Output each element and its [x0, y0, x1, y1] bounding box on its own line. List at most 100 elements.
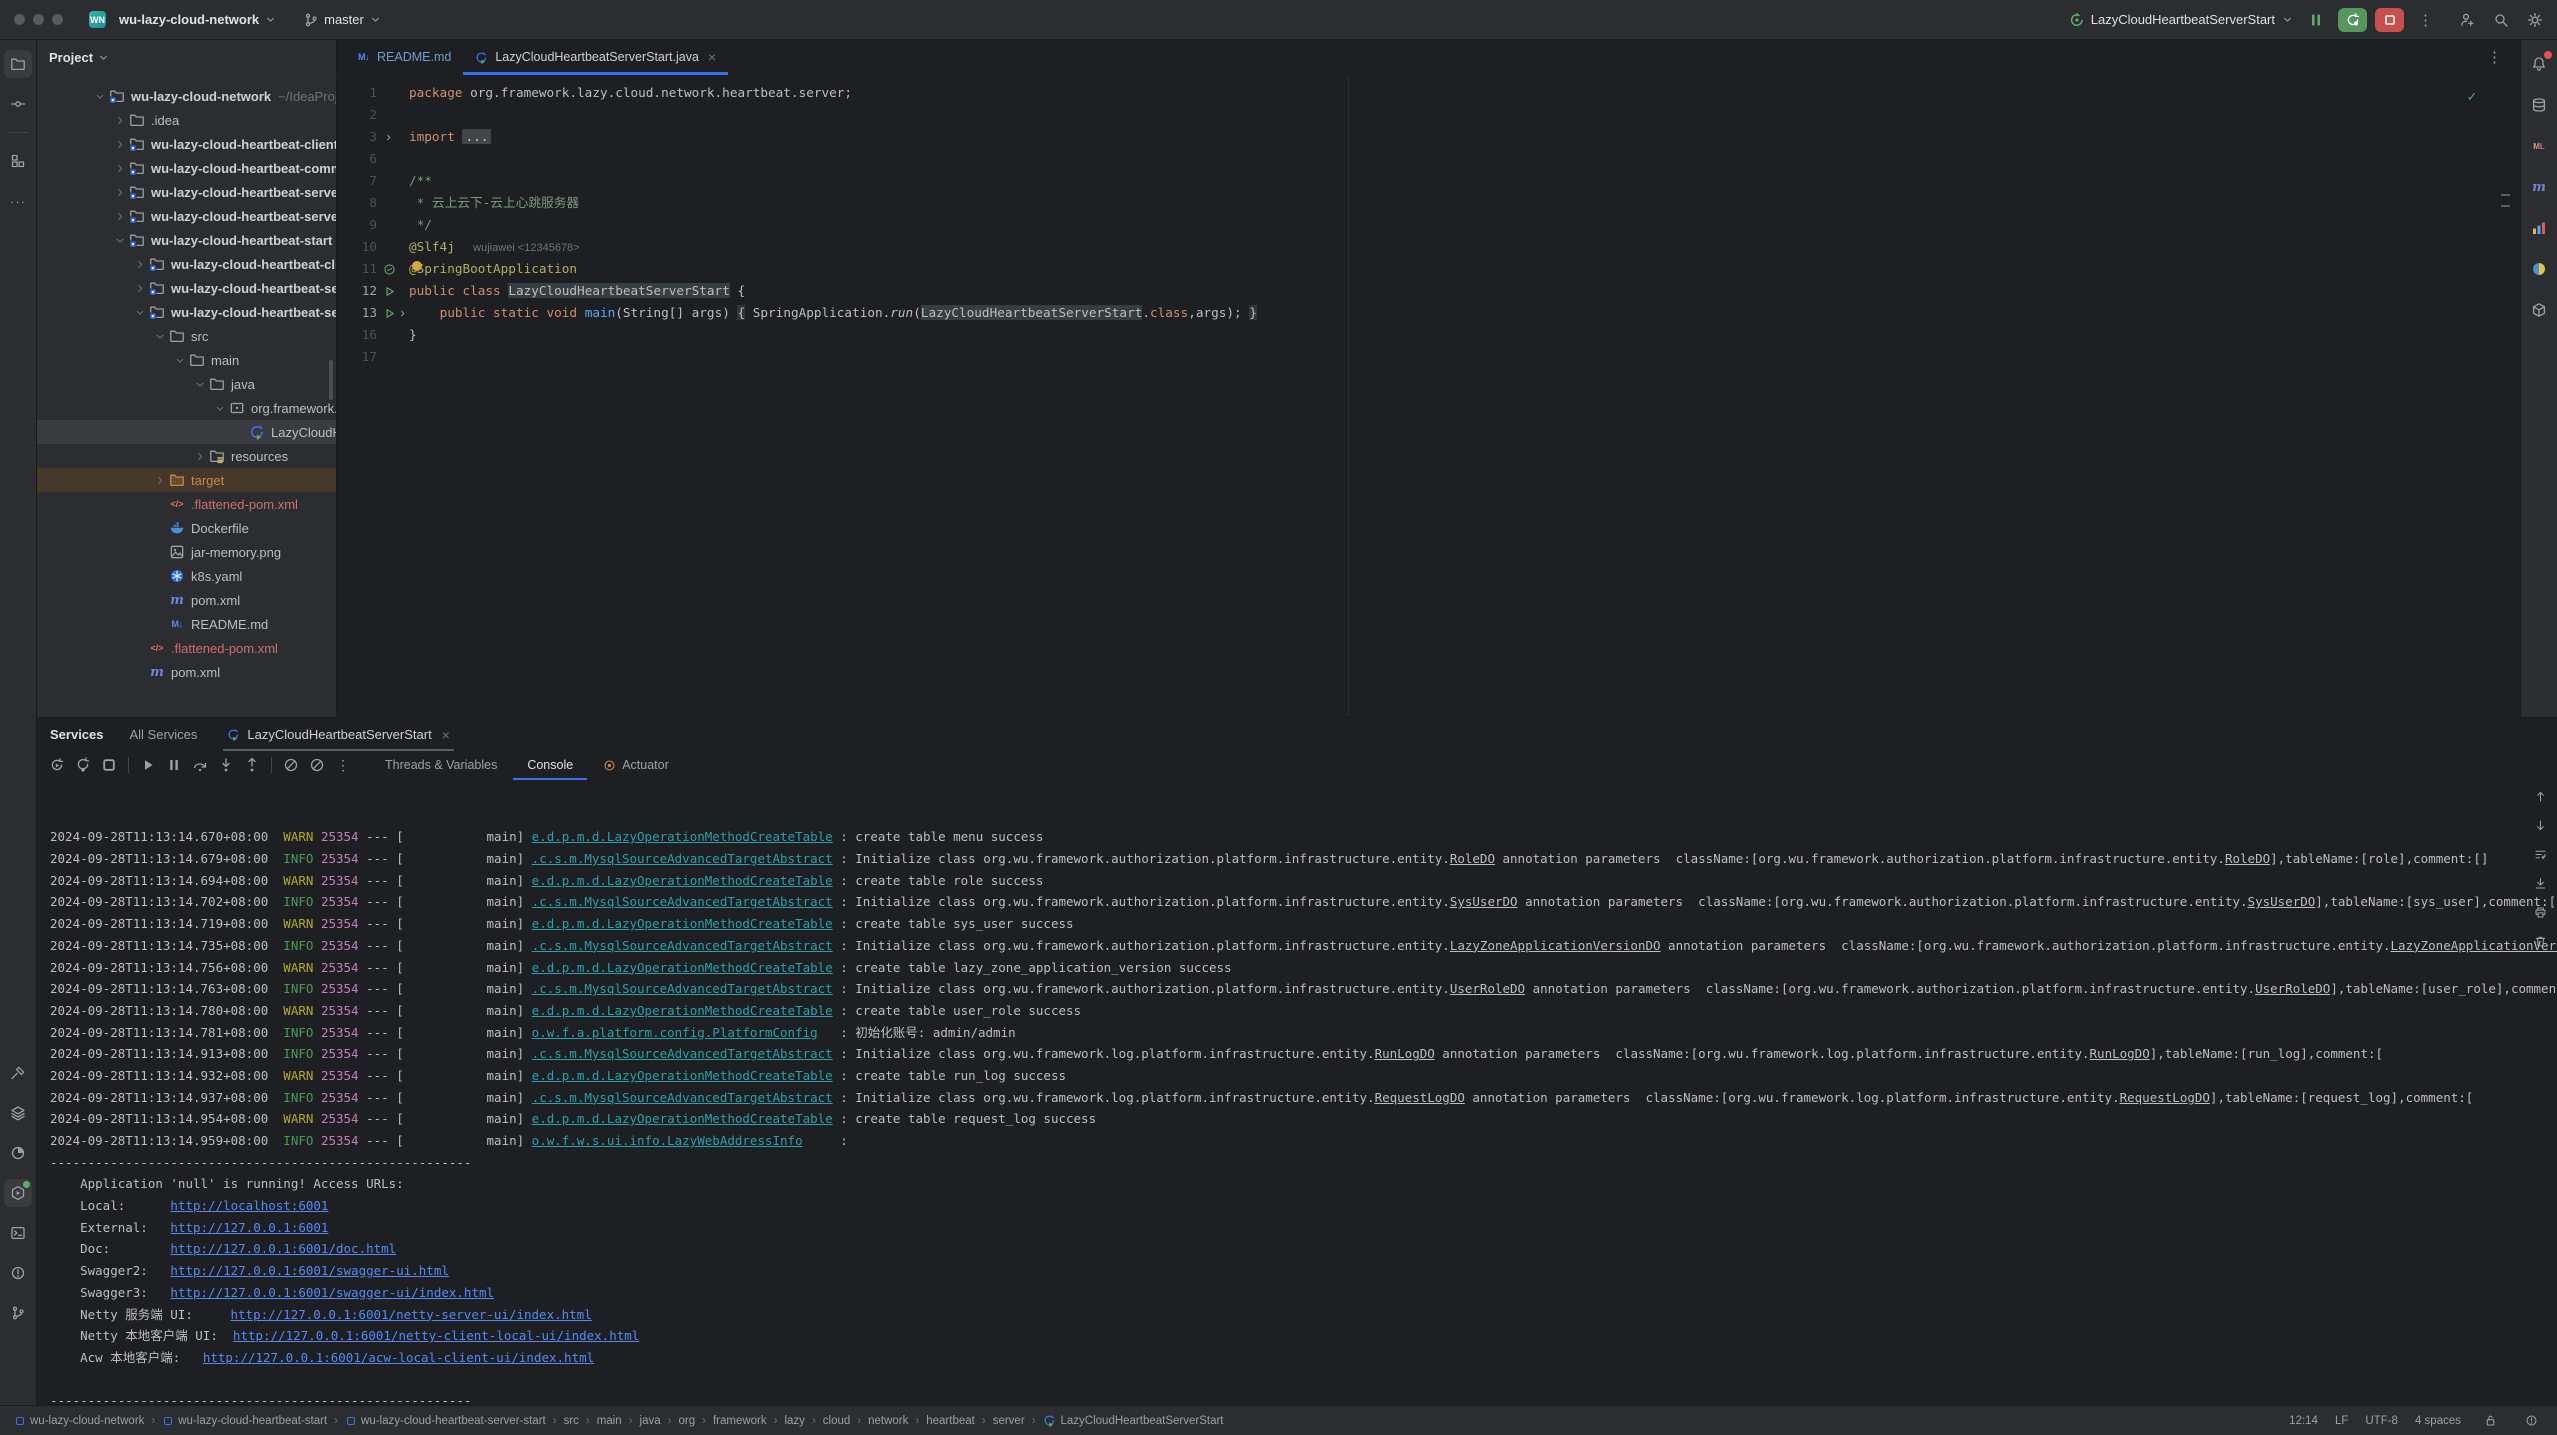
run-configuration-selector[interactable]: LazyCloudHeartbeatServerStart: [2069, 12, 2294, 28]
tree-expand-icon[interactable]: [111, 186, 129, 199]
tree-collapse-icon[interactable]: [151, 330, 169, 343]
tree-row[interactable]: .idea: [37, 108, 336, 132]
editor-tab[interactable]: LazyCloudHeartbeatServerStart.java×: [463, 40, 728, 74]
logger-link[interactable]: e.d.p.m.d.LazyOperationMethodCreateTable: [532, 1068, 833, 1083]
run-method-icon[interactable]: [383, 307, 396, 320]
no-trace-button[interactable]: [305, 753, 329, 777]
more-options-button[interactable]: ⋮: [331, 753, 355, 777]
tree-row[interactable]: mpom.xml: [37, 660, 336, 684]
scroll-down-button[interactable]: [2531, 816, 2549, 834]
logger-link[interactable]: .c.s.m.MysqlSourceAdvancedTargetAbstract: [532, 1046, 833, 1061]
tree-row[interactable]: java: [37, 372, 336, 396]
breadcrumb-item[interactable]: main: [597, 1415, 622, 1427]
rerun-button[interactable]: [2338, 8, 2367, 32]
window-controls[interactable]: [14, 14, 71, 25]
tool-stripe-maven-button[interactable]: m: [2525, 173, 2553, 201]
tree-row[interactable]: wu-lazy-cloud-heartbeat-serv: [37, 276, 336, 300]
fold-icon[interactable]: [397, 308, 408, 319]
url-link[interactable]: http://127.0.0.1:6001/netty-client-local…: [233, 1328, 639, 1343]
close-icon[interactable]: ×: [442, 727, 450, 743]
step-over-button[interactable]: [188, 753, 212, 777]
logger-link[interactable]: o.w.f.a.platform.config.PlatformConfig: [532, 1025, 818, 1040]
error-stripe-mark[interactable]: [2501, 194, 2510, 196]
tree-collapse-icon[interactable]: [171, 354, 189, 367]
tree-row[interactable]: wu-lazy-cloud-heartbeat-server: [37, 180, 336, 204]
status-indent[interactable]: 4 spaces: [2415, 1415, 2461, 1427]
editor-tab[interactable]: M↓README.md: [345, 40, 463, 74]
project-panel-header[interactable]: Project: [37, 40, 336, 74]
more-actions-button[interactable]: ⋮: [2414, 7, 2437, 33]
tool-stripe-ml-plugin-button[interactable]: ML: [2525, 132, 2553, 160]
tree-row[interactable]: target: [37, 468, 336, 492]
status-caret-position[interactable]: 12:14: [2289, 1415, 2318, 1427]
tree-row[interactable]: org.framework.lazy.c: [37, 396, 336, 420]
tab-options-icon[interactable]: ⋮: [2487, 48, 2502, 66]
tree-row[interactable]: main: [37, 348, 336, 372]
tool-stripe-more-tools-button[interactable]: ···: [4, 187, 32, 215]
tree-row[interactable]: wu-lazy-cloud-heartbeat-client: [37, 132, 336, 156]
pause-button[interactable]: [162, 753, 186, 777]
code-editor[interactable]: 1package org.framework.lazy.cloud.networ…: [337, 75, 2520, 716]
branch-selector[interactable]: master: [297, 8, 388, 32]
add-user-button[interactable]: [2455, 8, 2479, 32]
fold-icon[interactable]: [383, 132, 394, 143]
url-link[interactable]: http://127.0.0.1:6001/swagger-ui.html: [170, 1263, 448, 1278]
tool-stripe-dependencies-button[interactable]: [2525, 296, 2553, 324]
breadcrumb-item[interactable]: framework: [713, 1415, 767, 1427]
status-file-encoding[interactable]: UTF-8: [2365, 1415, 2398, 1427]
breadcrumb-item[interactable]: wu-lazy-cloud-heartbeat-server-start: [345, 1415, 546, 1427]
error-indicator-button[interactable]: [2519, 1409, 2543, 1433]
services-title[interactable]: Services: [50, 727, 104, 742]
tab-actuator[interactable]: Actuator: [589, 751, 683, 779]
tree-row[interactable]: wu-lazy-cloud-heartbeat-server-: [37, 204, 336, 228]
tool-stripe-build-button[interactable]: [4, 1059, 32, 1087]
tree-row[interactable]: resources: [37, 444, 336, 468]
tool-stripe-terminal-button[interactable]: [4, 1219, 32, 1247]
tree-row[interactable]: wu-lazy-cloud-heartbeat-serv: [37, 300, 336, 324]
tree-collapse-icon[interactable]: [191, 378, 209, 391]
logger-link[interactable]: e.d.p.m.d.LazyOperationMethodCreateTable: [532, 829, 833, 844]
breadcrumb-item[interactable]: cloud: [823, 1415, 851, 1427]
url-link[interactable]: http://127.0.0.1:6001/netty-server-ui/in…: [231, 1307, 592, 1322]
run-class-icon[interactable]: [383, 285, 396, 298]
tool-stripe-version-control-button[interactable]: [4, 1299, 32, 1327]
tool-stripe-profiler-button[interactable]: [4, 1139, 32, 1167]
tree-row[interactable]: Dockerfile: [37, 516, 336, 540]
tool-stripe-project-button[interactable]: [4, 50, 32, 78]
close-window-icon[interactable]: [14, 14, 25, 25]
tree-collapse-icon[interactable]: [131, 306, 149, 319]
tree-row[interactable]: wu-lazy-cloud-heartbeat-start: [37, 228, 336, 252]
tree-expand-icon[interactable]: [191, 450, 209, 463]
logger-link[interactable]: .c.s.m.MysqlSourceAdvancedTargetAbstract: [532, 1090, 833, 1105]
breadcrumb-item[interactable]: server: [993, 1415, 1025, 1427]
logger-link[interactable]: e.d.p.m.d.LazyOperationMethodCreateTable: [532, 1111, 833, 1126]
url-link[interactable]: http://127.0.0.1:6001/swagger-ui/index.h…: [170, 1285, 494, 1300]
soft-wrap-button[interactable]: [2531, 845, 2549, 863]
stop-button[interactable]: [2375, 8, 2404, 32]
tab-threads-variables[interactable]: Threads & Variables: [371, 751, 511, 779]
breadcrumb-item[interactable]: wu-lazy-cloud-network: [14, 1415, 144, 1427]
print-button[interactable]: [2531, 903, 2549, 921]
logger-link[interactable]: o.w.f.w.s.ui.info.LazyWebAddressInfo: [532, 1133, 803, 1148]
breadcrumb-item[interactable]: java: [640, 1415, 661, 1427]
tree-collapse-icon[interactable]: [211, 402, 229, 415]
tree-expand-icon[interactable]: [111, 138, 129, 151]
search-everywhere-button[interactable]: [2489, 8, 2513, 32]
logger-link[interactable]: .c.s.m.MysqlSourceAdvancedTargetAbstract: [532, 981, 833, 996]
tree-expand-icon[interactable]: [131, 258, 149, 271]
tree-collapse-icon[interactable]: [111, 234, 129, 247]
tree-row[interactable]: LazyCloudHeartb: [37, 420, 336, 444]
pause-button[interactable]: [2304, 8, 2328, 32]
url-link[interactable]: http://127.0.0.1:6001/acw-local-client-u…: [203, 1350, 594, 1365]
tool-stripe-services-button[interactable]: [4, 1179, 32, 1207]
lock-button[interactable]: [2478, 1409, 2502, 1433]
close-icon[interactable]: ×: [708, 49, 716, 65]
url-link[interactable]: http://localhost:6001: [170, 1198, 328, 1213]
breadcrumb-item[interactable]: org: [678, 1415, 695, 1427]
tree-expand-icon[interactable]: [111, 114, 129, 127]
tool-stripe-python-plugin-button[interactable]: [2525, 255, 2553, 283]
tool-stripe-commit-button[interactable]: [4, 90, 32, 118]
logger-link[interactable]: e.d.p.m.d.LazyOperationMethodCreateTable: [532, 873, 833, 888]
tree-expand-icon[interactable]: [131, 282, 149, 295]
resume-button[interactable]: [136, 753, 160, 777]
